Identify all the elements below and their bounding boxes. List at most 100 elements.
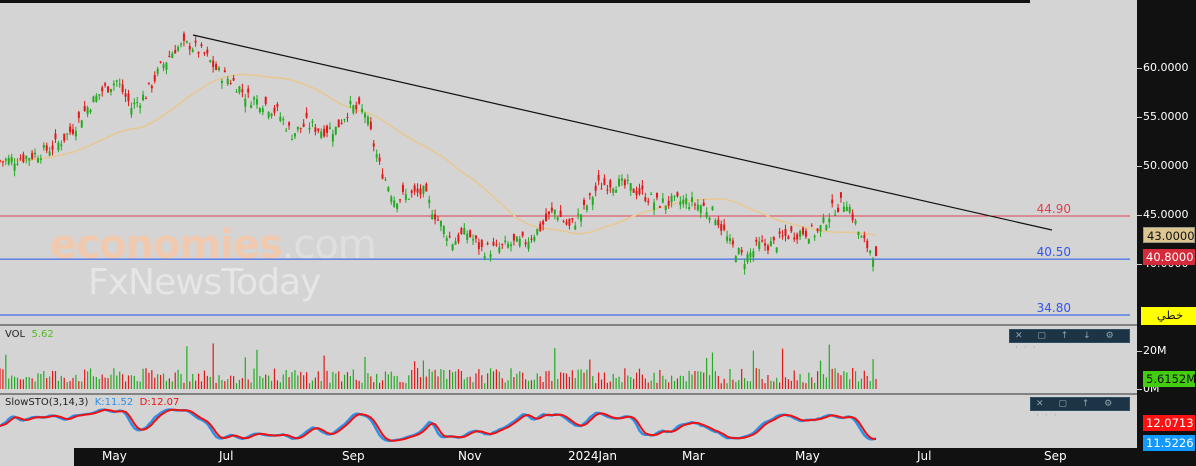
candle-body — [218, 67, 220, 71]
volume-label: VOL — [5, 329, 26, 340]
candle-body — [358, 97, 361, 104]
candle-body — [854, 220, 857, 224]
candle-body — [685, 198, 688, 205]
candle-body — [629, 183, 632, 191]
candle-body — [647, 200, 650, 203]
candle-body — [16, 163, 19, 165]
chart-area[interactable]: economies.com FxNewsToday 44.90 40.50 34… — [0, 0, 1137, 466]
candle-body — [171, 53, 174, 58]
candle-body — [104, 83, 107, 86]
candle-body — [644, 197, 647, 202]
candle-body — [807, 238, 810, 244]
volume-title: VOL 5.62 — [5, 329, 54, 340]
candle-body — [653, 202, 656, 211]
candle-body — [229, 83, 232, 85]
candle-body — [361, 108, 364, 112]
candle-body — [31, 152, 34, 159]
drawing-line-tag[interactable]: خطي — [1141, 307, 1196, 325]
candle-body — [238, 86, 241, 93]
candle-body — [194, 40, 197, 43]
candle-body — [69, 126, 72, 133]
candle-body — [314, 127, 317, 132]
candle-body — [413, 185, 416, 192]
candle-body — [802, 227, 804, 235]
candle-body — [553, 209, 556, 215]
candle-body — [92, 96, 95, 103]
candle-body — [431, 214, 434, 219]
volume-panel-toolbar[interactable]: ✕ ▢ ↑ ↓ ⚙ ··· — [1009, 329, 1130, 353]
candle-body — [320, 131, 323, 138]
candle-body — [98, 94, 101, 96]
candle-body — [369, 121, 372, 130]
candle-body — [331, 133, 334, 142]
candle-body — [393, 200, 396, 207]
candle-body — [583, 199, 585, 205]
candle-body — [255, 99, 258, 105]
candle-body — [19, 158, 22, 160]
candle-body — [863, 235, 866, 239]
candle-body — [174, 49, 177, 54]
candle-body — [381, 174, 384, 179]
candle-body — [656, 192, 658, 198]
candle-body — [241, 89, 244, 93]
candle-body — [594, 185, 597, 191]
candle-body — [477, 242, 480, 250]
candle-body — [448, 236, 451, 238]
candle-body — [352, 105, 355, 113]
candle-body — [410, 190, 413, 193]
candle-body — [507, 243, 510, 248]
candle-body — [375, 154, 378, 158]
candle-body — [302, 123, 305, 127]
candle-body — [822, 217, 825, 223]
candle-body — [223, 70, 226, 73]
candle-body — [562, 221, 565, 223]
candle-body — [197, 52, 200, 54]
candle-body — [463, 227, 466, 235]
candle-body — [267, 111, 270, 118]
candle-body — [626, 179, 629, 181]
stoch-k-line — [0, 408, 877, 443]
candle-body — [641, 185, 644, 190]
candle-body — [42, 145, 45, 148]
candle-body — [740, 249, 743, 253]
candle-body — [95, 95, 98, 102]
candle-body — [48, 151, 51, 156]
candle-body — [775, 247, 778, 253]
candle-body — [156, 68, 159, 74]
time-axis-label: Jul — [917, 449, 932, 463]
candle-body — [127, 93, 130, 102]
time-axis-label: Jul — [219, 449, 234, 463]
candle-body — [676, 192, 679, 197]
candle-body — [872, 259, 875, 267]
candle-body — [851, 213, 854, 221]
candle-body — [346, 116, 349, 118]
candle-body — [810, 225, 813, 227]
candle-body — [188, 45, 191, 50]
top-bar — [0, 0, 1030, 3]
candle-body — [261, 108, 264, 113]
candle-body — [258, 107, 261, 112]
candle-body — [469, 230, 472, 237]
candle-body — [200, 44, 203, 46]
candle-body — [600, 188, 603, 190]
candle-body — [866, 240, 869, 249]
stoch-panel-toolbar[interactable]: ✕ ▢ ↑ ⚙ ··· — [1030, 397, 1130, 421]
time-axis-label: Sep — [342, 449, 365, 463]
candle-body — [39, 158, 42, 160]
stoch-k-tag: 11.5226 — [1143, 435, 1195, 451]
candle-body — [366, 116, 369, 125]
candle-body — [472, 239, 475, 241]
candle-body — [746, 254, 749, 262]
candle-body — [168, 56, 171, 58]
candle-body — [597, 174, 600, 181]
candle-body — [542, 221, 545, 225]
candle-body — [486, 243, 489, 245]
candle-body — [279, 116, 282, 121]
candle-body — [45, 145, 48, 151]
candle-body — [673, 195, 676, 197]
candle-body — [1, 161, 4, 163]
candle-body — [457, 234, 460, 242]
last-price-tag: 40.8000 — [1143, 249, 1195, 265]
candle-body — [831, 199, 834, 204]
candle-body — [752, 251, 755, 258]
